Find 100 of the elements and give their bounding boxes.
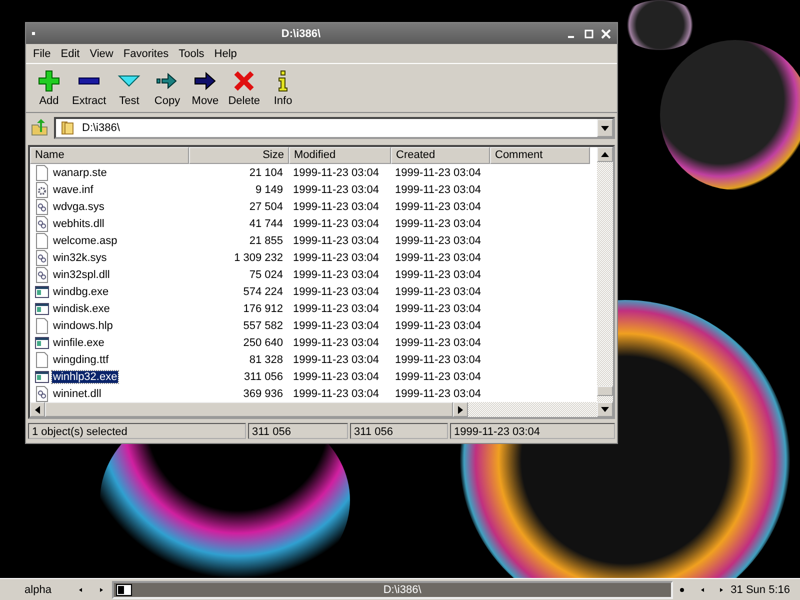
file-name[interactable]: windbg.exe — [52, 286, 110, 298]
size-cell-text: 369 936 — [242, 388, 284, 400]
menu-item[interactable]: File — [28, 48, 56, 60]
minus-icon — [77, 77, 102, 85]
menu-item[interactable]: Edit — [56, 48, 85, 60]
library-file-icon — [35, 386, 49, 402]
toolbar-button[interactable]: Extract — [68, 69, 110, 107]
file-name[interactable]: wingding.ttf — [52, 354, 110, 366]
size-cell-text: 250 640 — [242, 336, 284, 348]
status-panel: 1999-11-23 03:04 — [450, 423, 615, 439]
file-name[interactable]: wininet.dll — [52, 388, 102, 400]
size-cell-text: 81 328 — [248, 354, 284, 366]
scroll-thumb[interactable] — [597, 386, 613, 396]
down-arrow-icon — [601, 126, 609, 130]
up-arrow-icon[interactable] — [601, 152, 609, 157]
plus-icon — [37, 69, 61, 93]
size-cell-text: 311 056 — [243, 370, 284, 382]
scroll-thumb[interactable] — [45, 402, 454, 417]
archive-app-icon — [116, 584, 132, 596]
toolbar-button[interactable]: Delete — [224, 69, 264, 107]
date-cell-text: 1999-11-23 03:04 — [394, 286, 482, 298]
program-window-icon — [35, 284, 49, 300]
date-cell-text: 1999-11-23 03:04 — [394, 218, 482, 230]
toolbar-button[interactable]: Test — [110, 69, 148, 107]
folder-icon — [60, 120, 76, 136]
date-cell-text: 1999-11-23 03:04 — [292, 354, 380, 366]
size-cell-text: 9 149 — [254, 184, 284, 196]
right-arrow-icon[interactable] — [458, 406, 464, 414]
status-panel: 311 056 — [248, 423, 348, 439]
column-header[interactable]: Name — [30, 147, 189, 164]
date-cell-text: 1999-11-23 03:04 — [292, 388, 380, 400]
column-header[interactable]: Size — [189, 147, 289, 164]
arrow-icon — [193, 69, 218, 93]
date-cell-text: 1999-11-23 03:04 — [394, 388, 482, 400]
size-cell-text: 27 504 — [248, 200, 284, 212]
date-cell-text: 1999-11-23 03:04 — [394, 336, 482, 348]
vertical-scrollbar[interactable] — [597, 147, 613, 417]
date-cell-text: 1999-11-23 03:04 — [292, 200, 380, 212]
file-name[interactable]: windows.hlp — [52, 320, 114, 332]
column-header[interactable]: Modified — [289, 147, 391, 164]
file-name[interactable]: welcome.asp — [52, 234, 118, 246]
gear-file-icon — [35, 182, 49, 198]
window-title: D:\i386\ — [280, 28, 322, 40]
toolbar-button[interactable]: Info — [264, 69, 302, 107]
date-cell-text: 1999-11-23 03:04 — [292, 268, 380, 280]
size-cell-text: 75 024 — [248, 268, 284, 280]
left-arrow-icon[interactable] — [35, 406, 40, 414]
file-name[interactable]: wave.inf — [52, 184, 94, 196]
date-cell-text: 1999-11-23 03:04 — [292, 336, 380, 348]
file-name[interactable]: winfile.exe — [52, 336, 106, 348]
maximize-icon[interactable] — [584, 28, 594, 38]
program-window-icon — [35, 368, 49, 384]
column-header[interactable]: Created — [391, 147, 490, 164]
status-panel: 1 object(s) selected — [28, 423, 246, 439]
horizontal-scrollbar[interactable] — [30, 402, 597, 417]
menu-item[interactable]: Tools — [174, 48, 210, 60]
date-cell-text: 1999-11-23 03:04 — [394, 200, 482, 212]
column-header[interactable]: Comment — [490, 147, 590, 164]
menu-item[interactable]: Favorites — [118, 48, 174, 60]
toolbar-button[interactable]: Move — [186, 69, 224, 107]
date-cell-text: 1999-11-23 03:04 — [292, 286, 380, 298]
file-name[interactable]: win32k.sys — [52, 252, 108, 264]
status-panel: 311 056 — [350, 423, 448, 439]
file-name[interactable]: windisk.exe — [52, 302, 111, 314]
desktop-name[interactable]: alpha — [6, 584, 70, 596]
blank-file-icon — [35, 232, 49, 248]
menu-item[interactable]: Help — [209, 48, 242, 60]
file-name[interactable]: wdvga.sys — [52, 200, 106, 212]
cross-icon — [232, 69, 256, 93]
size-cell-text: 21 855 — [248, 234, 284, 246]
size-cell-text: 176 912 — [242, 302, 284, 314]
file-name[interactable]: winhlp32.exe — [52, 370, 118, 382]
file-name[interactable]: webhits.dll — [52, 218, 106, 230]
task-button[interactable]: D:\i386\ — [112, 580, 673, 598]
blank-file-icon — [35, 318, 49, 334]
date-cell-text: 1999-11-23 03:04 — [292, 320, 380, 332]
date-cell-text: 1999-11-23 03:04 — [394, 234, 482, 246]
program-window-icon — [35, 300, 49, 316]
size-cell-text: 41 744 — [248, 218, 284, 230]
tray-arrows-icon[interactable] — [678, 586, 725, 594]
file-name[interactable]: win32spl.dll — [52, 268, 111, 280]
toolbar-button[interactable]: Add — [30, 69, 68, 107]
size-cell-text: 557 582 — [242, 320, 284, 332]
blank-file-icon — [35, 164, 49, 180]
library-file-icon — [35, 250, 49, 266]
down-arrow-icon[interactable] — [601, 407, 609, 412]
address-field[interactable]: D:\i386\ — [54, 117, 615, 139]
toolbar-button[interactable]: Copy — [148, 69, 186, 107]
date-cell-text: 1999-11-23 03:04 — [394, 302, 482, 314]
date-cell-text: 1999-11-23 03:04 — [292, 184, 380, 196]
size-cell-text: 574 224 — [242, 286, 284, 298]
close-icon[interactable] — [601, 28, 611, 38]
date-cell-text: 1999-11-23 03:04 — [292, 218, 380, 230]
menu-item[interactable]: View — [84, 48, 118, 60]
date-cell-text: 1999-11-23 03:04 — [394, 166, 482, 178]
library-file-icon — [35, 216, 49, 232]
clock: 31 Sun 5:16 — [730, 584, 791, 596]
dropdown-button[interactable] — [597, 119, 613, 137]
file-name[interactable]: wanarp.ste — [52, 166, 108, 178]
date-cell-text: 1999-11-23 03:04 — [292, 234, 380, 246]
